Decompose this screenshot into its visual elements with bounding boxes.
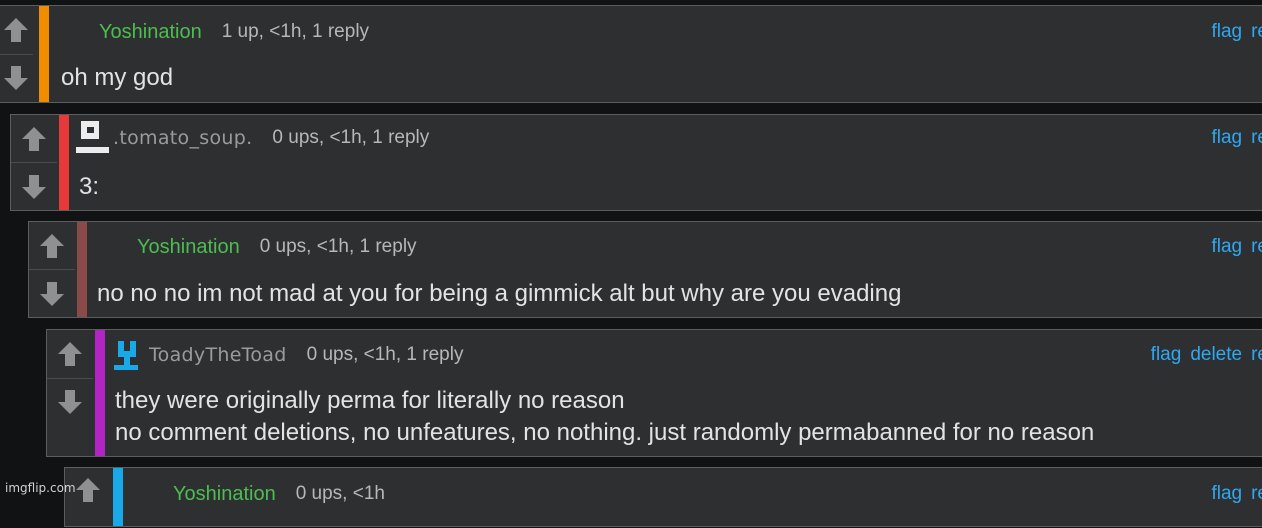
comment-author[interactable]: Yoshination bbox=[99, 21, 202, 44]
comment-meta: .tomato_soup. 0 ups, <1h, 1 reply flag r… bbox=[73, 121, 1262, 153]
comment-text: 3: bbox=[79, 173, 100, 200]
vote-column bbox=[47, 330, 93, 426]
upvote-button[interactable] bbox=[65, 468, 111, 528]
flag-link[interactable]: flag bbox=[1211, 21, 1242, 43]
comment-meta: Yoshination 0 ups, <1h flag re bbox=[127, 479, 1262, 509]
imgflip-watermark: imgflip.com bbox=[5, 481, 76, 495]
upvote-button[interactable] bbox=[29, 222, 75, 269]
flag-link[interactable]: flag bbox=[1211, 236, 1242, 258]
thread-bar bbox=[95, 330, 105, 456]
comment-actions: flag re bbox=[1211, 479, 1262, 509]
flag-link[interactable]: flag bbox=[1151, 344, 1182, 366]
vote-column bbox=[0, 6, 33, 102]
reply-link[interactable]: re bbox=[1251, 127, 1262, 149]
comment-text-line-2: no comment deletions, no unfeatures, no … bbox=[115, 419, 1095, 446]
arrow-up-icon bbox=[40, 233, 64, 258]
downvote-button[interactable] bbox=[0, 53, 33, 103]
vote-column bbox=[65, 468, 111, 528]
comment-actions: flag re bbox=[1211, 17, 1262, 47]
comment-card: ToadyTheToad 0 ups, <1h, 1 reply flag de… bbox=[46, 329, 1262, 457]
arrow-down-icon bbox=[4, 66, 28, 91]
comment-actions: flag re bbox=[1211, 232, 1262, 262]
comment-meta: Yoshination 0 ups, <1h, 1 reply flag re bbox=[91, 232, 1262, 262]
upvote-button[interactable] bbox=[11, 115, 57, 162]
downvote-button[interactable] bbox=[11, 162, 57, 210]
comment-author[interactable]: .tomato_soup. bbox=[113, 127, 252, 149]
upvote-button[interactable] bbox=[47, 330, 93, 378]
flag-link[interactable]: flag bbox=[1211, 483, 1242, 505]
arrow-up-icon bbox=[4, 17, 28, 42]
comment-author[interactable]: Yoshination bbox=[137, 236, 240, 259]
thread-bar bbox=[59, 115, 69, 210]
upvote-button[interactable] bbox=[0, 6, 33, 54]
comment-card: Yoshination 1 up, <1h, 1 reply flag re o… bbox=[0, 5, 1262, 103]
comment-stats: 0 ups, <1h, 1 reply bbox=[272, 127, 430, 148]
comment-meta: ToadyTheToad 0 ups, <1h, 1 reply flag de… bbox=[109, 340, 1262, 370]
comment-card: .tomato_soup. 0 ups, <1h, 1 reply flag r… bbox=[10, 114, 1262, 211]
comment-actions: flag re bbox=[1211, 123, 1262, 153]
thread-bar bbox=[77, 222, 87, 317]
downvote-button[interactable] bbox=[29, 269, 75, 317]
toady-avatar-icon[interactable] bbox=[109, 340, 145, 370]
reply-link[interactable]: re bbox=[1251, 483, 1262, 505]
vote-column bbox=[11, 115, 57, 210]
comment-author[interactable]: Yoshination bbox=[173, 483, 276, 506]
arrow-down-icon bbox=[22, 174, 46, 199]
comment-stats: 0 ups, <1h, 1 reply bbox=[259, 236, 417, 257]
comment-text: no no no im not mad at you for being a g… bbox=[97, 280, 902, 307]
reply-link[interactable]: re bbox=[1251, 344, 1262, 366]
reply-link[interactable]: re bbox=[1251, 21, 1262, 43]
comment-text-line-1: they were originally perma for literally… bbox=[115, 387, 625, 414]
arrow-down-icon bbox=[58, 390, 82, 415]
comment-text: oh my god bbox=[61, 64, 174, 91]
flag-link[interactable]: flag bbox=[1211, 127, 1242, 149]
reply-link[interactable]: re bbox=[1251, 236, 1262, 258]
delete-link[interactable]: delete bbox=[1190, 344, 1242, 366]
arrow-up-icon bbox=[76, 478, 100, 502]
comment-card: Yoshination 0 ups, <1h flag re bbox=[64, 467, 1262, 527]
arrow-down-icon bbox=[40, 281, 64, 306]
comment-meta: Yoshination 1 up, <1h, 1 reply flag re bbox=[53, 17, 1262, 47]
comment-stats: 0 ups, <1h bbox=[295, 483, 385, 504]
arrow-up-icon bbox=[22, 126, 46, 151]
thread-bar bbox=[39, 6, 49, 102]
comment-card: Yoshination 0 ups, <1h, 1 reply flag re … bbox=[28, 221, 1262, 318]
tomato-soup-avatar-icon[interactable] bbox=[73, 121, 109, 153]
comment-stats: 1 up, <1h, 1 reply bbox=[221, 21, 370, 42]
comment-author[interactable]: ToadyTheToad bbox=[149, 344, 287, 366]
downvote-button[interactable] bbox=[47, 377, 93, 427]
arrow-up-icon bbox=[58, 341, 82, 366]
comment-actions: flag delete re bbox=[1151, 340, 1262, 370]
thread-bar bbox=[113, 468, 123, 526]
vote-column bbox=[29, 222, 75, 317]
comment-stats: 0 ups, <1h, 1 reply bbox=[306, 344, 464, 365]
